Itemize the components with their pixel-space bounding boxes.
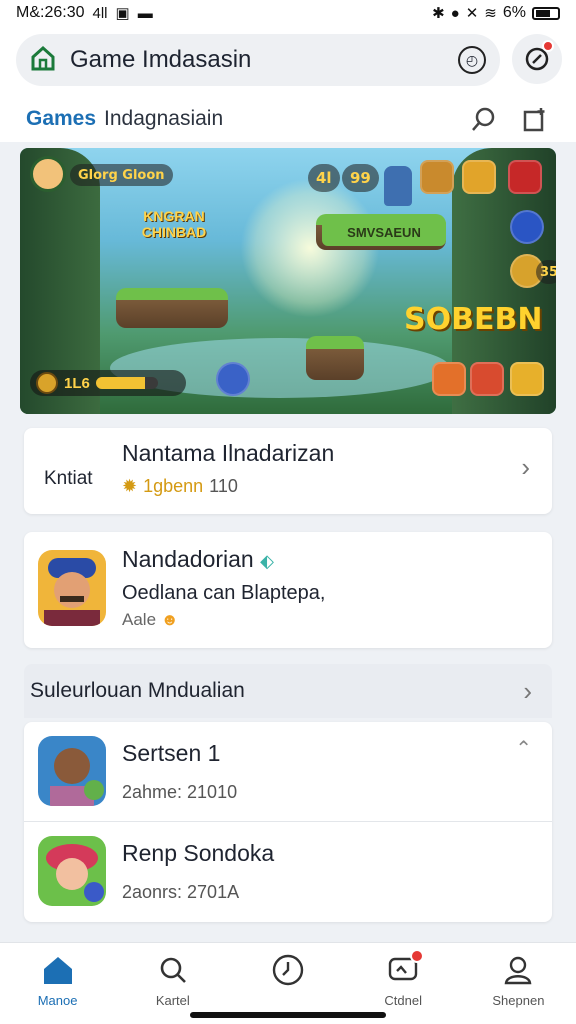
wifi-icon: ≋ [484, 5, 497, 22]
platform-small [306, 336, 364, 380]
nav-profile[interactable]: Shepnen [461, 943, 576, 1024]
banner-sign: SMVSAEUN [322, 218, 446, 246]
bluetooth-icon: ✱ [432, 5, 445, 22]
address-bar[interactable]: Game Imdasasin ◴ [16, 34, 500, 86]
clock-icon [271, 953, 305, 987]
chip-b: 99 [342, 164, 379, 192]
item-orb-icon[interactable] [510, 210, 544, 244]
chip-a: 4l [308, 164, 340, 192]
person-icon [501, 953, 535, 987]
sim-icon: ▣ [115, 5, 130, 22]
gamepad-icon[interactable] [216, 362, 250, 396]
item-shield-icon[interactable] [508, 160, 542, 194]
power-bar: 1L6 [30, 370, 186, 396]
player-name-chip: Glorg Gloon [70, 164, 173, 186]
list-item-title: Renp Sondoka [122, 840, 275, 866]
dash-icon: ▬ [137, 4, 153, 22]
power-meter-fill [95, 377, 146, 389]
section-header[interactable]: Suleurlouan Mndualian › [24, 664, 552, 718]
status-left: M&:26:30 4ll ▣ ▬ [16, 4, 153, 22]
status-right: ✱ ● ✕ ≋ 6% [432, 4, 560, 22]
profile-name: Nandadorian [122, 546, 254, 572]
collapse-icon[interactable]: ⌃ [515, 736, 532, 761]
star-icon: ✹ [122, 476, 138, 496]
nav-activity-label: Ctdnel [384, 993, 422, 1008]
coin-count: 35 [536, 260, 556, 284]
location-icon: ● [450, 4, 460, 22]
player-list: Sertsen 1 2ahme: 21010 ⌃ Renp Sondoka 2a… [24, 722, 552, 922]
history-icon[interactable]: ◴ [458, 46, 486, 74]
search-icon [156, 953, 190, 987]
list-item[interactable]: Renp Sondoka 2aonrs: 2701A [24, 822, 552, 922]
power-level: 1L6 [64, 374, 90, 392]
section-title: Suleurlouan Mndualian [30, 679, 245, 702]
games-link[interactable]: Games [26, 107, 96, 131]
nav-profile-label: Shepnen [492, 993, 545, 1008]
list-item-sub: 2aonrs: 2701A [122, 882, 240, 902]
game-card-primary[interactable]: Kntiat Nantama Ilnadarizan ✹ 1gbenn 110 … [24, 428, 552, 514]
hero-character [384, 166, 412, 206]
bookmark-icon[interactable] [520, 104, 550, 134]
notifications-button[interactable] [512, 34, 562, 84]
card-prefix: Kntiat [44, 468, 93, 489]
avatar [38, 736, 106, 806]
list-item-sub: 2ahme: 21010 [122, 782, 238, 802]
home-icon[interactable] [30, 45, 56, 76]
notification-dot [542, 40, 554, 52]
mute-icon: ✕ [465, 5, 479, 22]
game-banner[interactable]: SMVSAEUN Glorg Gloon KNGRAN CHINBAD 4l 9… [20, 148, 556, 414]
item-gem-icon[interactable] [470, 362, 504, 396]
home-indicator [190, 1012, 386, 1018]
search-icon[interactable] [468, 104, 498, 134]
battery-percent: 6% [502, 4, 526, 21]
item-weapon-icon[interactable] [420, 160, 454, 194]
chat-icon [386, 949, 425, 987]
list-item[interactable]: Sertsen 1 2ahme: 21010 ⌃ [24, 722, 552, 822]
card-meta: ✹ 1gbenn 110 [122, 476, 238, 497]
home-icon [41, 953, 75, 987]
power-coin-icon [36, 372, 58, 394]
power-meter [95, 377, 158, 389]
page-title: Game Imdasasin [70, 46, 252, 73]
status-bar: M&:26:30 4ll ▣ ▬ ✱ ● ✕ ≋ 6% [0, 0, 576, 26]
verified-icon: ⬖ [260, 551, 274, 571]
profile-sub-text: Aale [122, 610, 157, 629]
card-title: Nantama Ilnadarizan [122, 440, 335, 466]
profile-title: Nandadorian ⬖ [122, 546, 274, 573]
nav-home[interactable]: Manoe [0, 943, 115, 1024]
avatar [38, 550, 106, 626]
item-star-icon[interactable] [462, 160, 496, 194]
item-potion-icon[interactable] [510, 362, 544, 396]
platform-left [116, 288, 228, 328]
player-avatar [30, 156, 66, 192]
nav-badge [410, 949, 425, 963]
item-fire-icon[interactable] [432, 362, 466, 396]
top-bar: Game Imdasasin ◴ [0, 26, 576, 96]
card-meta-gold: 1gbenn [143, 476, 204, 496]
banner-game-logo: KNGRAN CHINBAD [141, 208, 207, 240]
chevron-right-icon[interactable]: › [521, 452, 530, 483]
profile-sub: Aale ☻ [122, 610, 179, 630]
card-meta-count: 110 [209, 476, 238, 496]
sub-header: Games Indagnasiain [0, 96, 576, 142]
list-item-title: Sertsen 1 [122, 740, 221, 766]
nav-search-label: Kartel [155, 993, 190, 1008]
signal-icon: 4ll [92, 4, 108, 22]
sub-header-actions [468, 104, 550, 134]
chevron-right-icon[interactable]: › [523, 676, 532, 707]
avatar [38, 836, 106, 906]
sub-title: Indagnasiain [104, 107, 224, 130]
nav-home-label: Manoe [37, 993, 78, 1008]
battery-icon [532, 6, 560, 20]
banner-score: SOBEBN [404, 302, 543, 337]
profile-desc: Oedlana can Blaptepa, [122, 582, 326, 604]
emoji-icon: ☻ [160, 610, 179, 629]
profile-card[interactable]: Nandadorian ⬖ Oedlana can Blaptepa, Aale… [24, 532, 552, 648]
status-time: M&:26:30 [16, 4, 85, 21]
